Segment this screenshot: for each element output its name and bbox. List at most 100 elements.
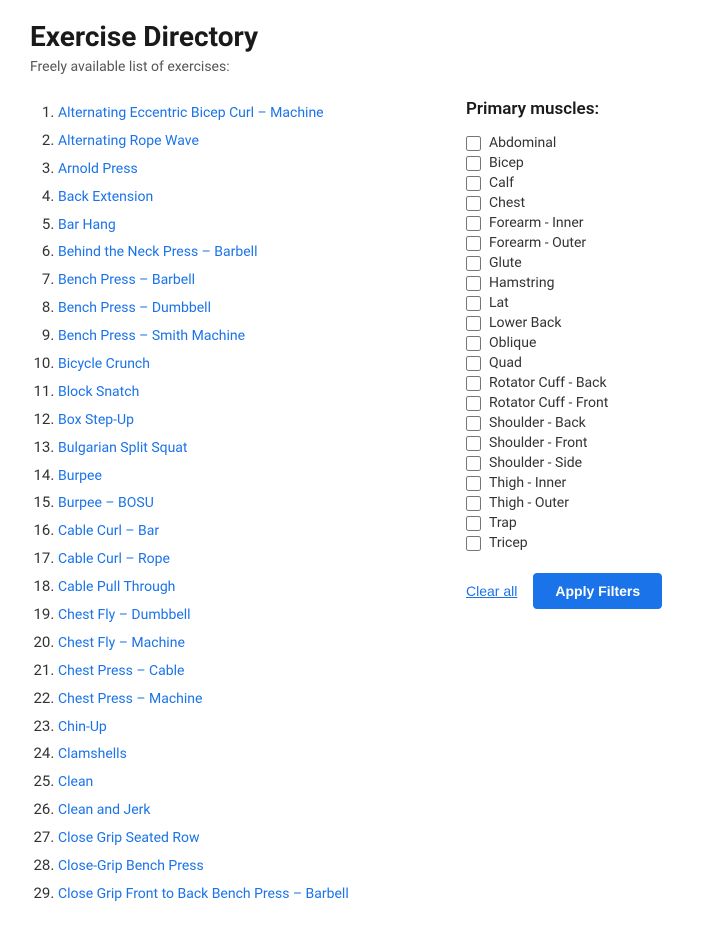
muscle-filter-item: Bicep [466,153,696,173]
list-item: Bulgarian Split Squat [58,434,426,462]
muscle-checkbox[interactable] [466,196,481,211]
muscle-filter-item: Thigh - Outer [466,493,696,513]
muscle-checkbox[interactable] [466,136,481,151]
exercise-link[interactable]: Chest Press – Cable [58,663,184,679]
muscle-checkbox[interactable] [466,336,481,351]
muscle-label: Hamstring [489,275,554,291]
muscle-filter-item: Rotator Cuff - Front [466,393,696,413]
muscle-label: Lower Back [489,315,561,331]
exercise-link[interactable]: Burpee [58,468,102,484]
muscle-label: Thigh - Inner [489,475,566,491]
page-subtitle: Freely available list of exercises: [30,59,696,75]
exercise-link[interactable]: Block Snatch [58,384,139,400]
exercise-link[interactable]: Alternating Rope Wave [58,133,199,149]
exercise-link[interactable]: Burpee – BOSU [58,495,154,511]
muscle-filter-item: Abdominal [466,133,696,153]
list-item: Close Grip Front to Back Bench Press – B… [58,880,426,908]
muscle-checkbox[interactable] [466,416,481,431]
muscle-checkbox[interactable] [466,456,481,471]
muscle-label: Rotator Cuff - Front [489,395,608,411]
exercise-link[interactable]: Arnold Press [58,161,138,177]
exercise-link[interactable]: Close Grip Front to Back Bench Press – B… [58,886,349,902]
exercise-link[interactable]: Chin-Up [58,719,107,735]
exercise-link[interactable]: Chest Fly – Dumbbell [58,607,191,623]
list-item: Clean and Jerk [58,796,426,824]
exercise-link[interactable]: Cable Curl – Rope [58,551,170,567]
muscle-checkbox[interactable] [466,356,481,371]
exercise-link[interactable]: Bench Press – Barbell [58,272,195,288]
muscle-label: Quad [489,355,522,371]
exercise-link[interactable]: Close Grip Seated Row [58,830,200,846]
muscle-filter-item: Hamstring [466,273,696,293]
list-item: Cable Curl – Rope [58,545,426,573]
muscle-checkbox[interactable] [466,256,481,271]
muscle-checkbox[interactable] [466,516,481,531]
exercise-link[interactable]: Alternating Eccentric Bicep Curl – Machi… [58,105,324,121]
list-item: Block Snatch [58,378,426,406]
list-item: Close-Grip Bench Press [58,852,426,880]
muscle-checkbox[interactable] [466,156,481,171]
list-item: Cable Curl – Bar [58,517,426,545]
exercise-link[interactable]: Clean [58,774,93,790]
list-item: Close Grip Seated Row [58,824,426,852]
muscle-filter-item: Forearm - Outer [466,233,696,253]
muscle-checkbox[interactable] [466,436,481,451]
muscle-label: Bicep [489,155,524,171]
exercise-link[interactable]: Clamshells [58,746,127,762]
muscle-checkbox[interactable] [466,376,481,391]
exercise-link[interactable]: Bicycle Crunch [58,356,150,372]
exercise-link[interactable]: Back Extension [58,189,153,205]
muscle-filter-item: Chest [466,193,696,213]
exercise-link[interactable]: Clean and Jerk [58,802,150,818]
muscle-filter-item: Glute [466,253,696,273]
exercise-link[interactable]: Bench Press – Smith Machine [58,328,245,344]
filter-heading: Primary muscles: [466,99,696,119]
list-item: Bench Press – Dumbbell [58,294,426,322]
muscle-filter-item: Shoulder - Back [466,413,696,433]
muscle-checkbox[interactable] [466,396,481,411]
exercise-link[interactable]: Chest Fly – Machine [58,635,185,651]
exercise-link[interactable]: Close-Grip Bench Press [58,858,204,874]
muscle-checkbox[interactable] [466,536,481,551]
exercise-link[interactable]: Bench Press – Dumbbell [58,300,211,316]
list-item: Alternating Rope Wave [58,127,426,155]
muscle-label: Calf [489,175,514,191]
muscle-filter-item: Shoulder - Side [466,453,696,473]
muscle-filter-item: Thigh - Inner [466,473,696,493]
list-item: Chest Press – Cable [58,657,426,685]
list-item: Clean [58,768,426,796]
exercise-link[interactable]: Box Step-Up [58,412,134,428]
muscle-checkbox[interactable] [466,276,481,291]
muscle-label: Forearm - Inner [489,215,584,231]
muscle-checkbox[interactable] [466,236,481,251]
exercise-link[interactable]: Behind the Neck Press – Barbell [58,244,258,260]
clear-all-button[interactable]: Clear all [466,583,517,599]
page-title: Exercise Directory [30,20,696,53]
exercise-link[interactable]: Bulgarian Split Squat [58,440,188,456]
exercise-link[interactable]: Cable Curl – Bar [58,523,159,539]
muscle-label: Glute [489,255,522,271]
muscle-checkbox[interactable] [466,476,481,491]
filter-panel: Primary muscles: Abdominal Bicep Calf Chest… [466,99,696,609]
muscle-filter-item: Oblique [466,333,696,353]
muscle-label: Thigh - Outer [489,495,569,511]
muscle-label: Shoulder - Side [489,455,582,471]
exercise-link[interactable]: Chest Press – Machine [58,691,202,707]
list-item: Chin-Up [58,713,426,741]
list-item: Alternating Eccentric Bicep Curl – Machi… [58,99,426,127]
muscle-label: Tricep [489,535,528,551]
apply-filters-button[interactable]: Apply Filters [533,573,662,609]
muscle-checkbox[interactable] [466,316,481,331]
muscle-filter-item: Calf [466,173,696,193]
exercise-link[interactable]: Cable Pull Through [58,579,175,595]
list-item: Bar Hang [58,211,426,239]
muscle-checkbox[interactable] [466,216,481,231]
muscle-label: Forearm - Outer [489,235,586,251]
exercise-link[interactable]: Bar Hang [58,217,116,233]
muscle-checkbox[interactable] [466,496,481,511]
muscle-label: Shoulder - Back [489,415,586,431]
muscle-checkbox[interactable] [466,296,481,311]
muscle-checkbox[interactable] [466,176,481,191]
muscle-filter-item: Tricep [466,533,696,553]
list-item: Burpee [58,462,426,490]
